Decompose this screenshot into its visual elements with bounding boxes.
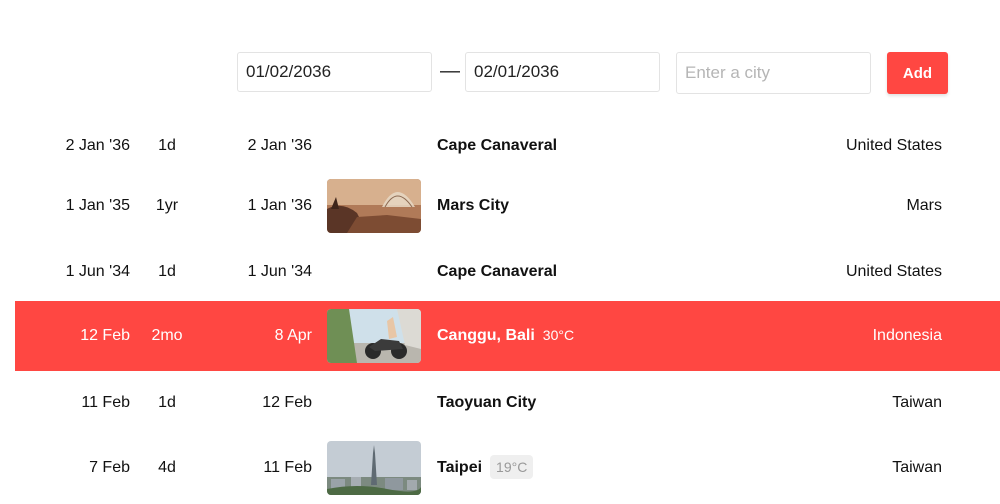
trip-country: Taiwan: [892, 394, 942, 411]
trip-end-date: 1 Jun '34: [247, 263, 312, 280]
trip-city[interactable]: Canggu, Bali 30°C: [437, 327, 574, 345]
trip-temperature: 19°C: [490, 455, 534, 479]
start-date-input[interactable]: [237, 52, 432, 92]
add-button[interactable]: Add: [887, 52, 948, 94]
trip-row[interactable]: 2 Jan '36 1d 2 Jan '36 Cape Canaveral Un…: [15, 114, 1000, 178]
trip-end-date: 2 Jan '36: [247, 137, 312, 154]
trip-country: United States: [845, 137, 942, 154]
trip-row[interactable]: 1 Jan '35 1yr 1 Jan '36 Mars City Mars: [15, 174, 1000, 238]
trip-city[interactable]: Mars City: [437, 197, 509, 215]
trip-start-date: 7 Feb: [89, 459, 130, 476]
trip-country: Taiwan: [892, 459, 942, 476]
trip-end-date: 12 Feb: [262, 394, 312, 411]
trip-city-name: Taipei: [437, 459, 483, 476]
motorbike-street-photo: [327, 309, 421, 363]
trip-city-name: Canggu, Bali: [437, 327, 535, 344]
trip-end-date: 8 Apr: [274, 327, 312, 344]
mars-dome-photo: [327, 179, 421, 233]
taipei-skyline-photo: [327, 441, 421, 495]
trip-city[interactable]: Cape Canaveral: [437, 137, 557, 155]
trip-start-date: 11 Feb: [81, 394, 130, 411]
trip-city[interactable]: Cape Canaveral: [437, 263, 557, 281]
city-input[interactable]: [676, 52, 871, 94]
trip-city[interactable]: Taoyuan City: [437, 394, 536, 412]
trip-start-date: 1 Jun '34: [65, 263, 130, 280]
date-separator: —: [440, 60, 460, 82]
trip-duration: 4d: [158, 459, 176, 476]
trip-country: Mars: [906, 197, 942, 214]
trip-row[interactable]: 7 Feb 4d 11 Feb Taipei 19°C Taiwan: [15, 436, 1000, 500]
trip-row-highlighted[interactable]: 12 Feb 2mo 8 Apr Canggu, Bali 30°C Indone…: [15, 301, 1000, 371]
trip-country: United States: [845, 263, 942, 280]
trip-duration: 1yr: [155, 197, 179, 214]
trip-duration: 1d: [158, 137, 176, 154]
trip-duration: 1d: [158, 263, 176, 280]
trip-start-date: 1 Jan '35: [65, 197, 130, 214]
trip-row[interactable]: 1 Jun '34 1d 1 Jun '34 Cape Canaveral Un…: [15, 240, 1000, 304]
trip-temperature: 30°C: [542, 327, 575, 343]
trip-city[interactable]: Taipei 19°C: [437, 455, 534, 479]
trip-form: — Add: [0, 52, 1000, 94]
end-date-input[interactable]: [465, 52, 660, 92]
trip-start-date: 2 Jan '36: [65, 137, 130, 154]
trip-start-date: 12 Feb: [80, 327, 130, 344]
trip-country: Indonesia: [872, 327, 942, 344]
trip-duration: 2mo: [151, 327, 183, 344]
trip-end-date: 11 Feb: [263, 459, 312, 476]
trip-end-date: 1 Jan '36: [247, 197, 312, 214]
trip-row[interactable]: 11 Feb 1d 12 Feb Taoyuan City Taiwan: [15, 371, 1000, 435]
trip-duration: 1d: [158, 394, 176, 411]
